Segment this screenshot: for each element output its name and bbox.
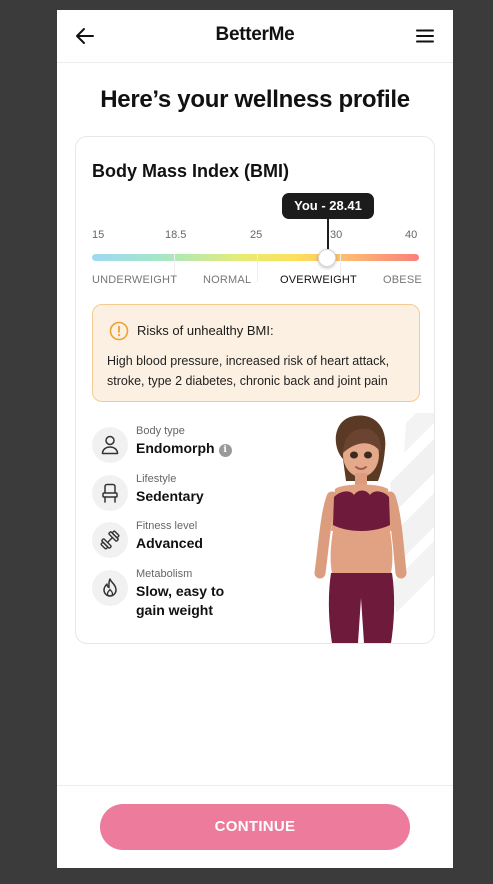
bmi-value-tooltip: You - 28.41 (282, 193, 374, 219)
bmi-marker-knob (318, 249, 336, 267)
stat-label: Lifestyle (136, 473, 177, 485)
app-logo: BetterMe (215, 24, 295, 45)
stat-lifestyle: Lifestyle Sedentary (92, 473, 292, 513)
stat-label: Metabolism (136, 568, 193, 580)
chair-icon (92, 475, 128, 511)
stat-metabolism: Metabolism Slow, easy to gain weight (92, 568, 232, 628)
person-icon (92, 427, 128, 463)
stat-label: Body type (136, 425, 185, 437)
stat-value: Sedentary (136, 488, 204, 504)
warning-icon (109, 321, 129, 341)
scale-tick-15: 15 (92, 229, 105, 241)
stat-body-type: Body type Endomorph i (92, 425, 292, 465)
continue-button[interactable]: CONTINUE (100, 804, 410, 850)
scale-tick-30: 30 (330, 229, 343, 241)
footer-bar: CONTINUE (57, 785, 453, 868)
stat-fitness-level: Fitness level Advanced (92, 520, 292, 560)
scale-divider (257, 254, 258, 282)
top-bar: BetterMe (57, 10, 453, 63)
category-normal: NORMAL (203, 274, 252, 286)
warning-title: Risks of unhealthy BMI: (137, 323, 274, 338)
flame-icon (92, 570, 128, 606)
hamburger-menu-icon[interactable] (413, 24, 437, 48)
dumbbell-icon (92, 522, 128, 558)
scale-tick-40: 40 (405, 229, 418, 241)
stat-value: Advanced (136, 535, 203, 551)
category-underweight: UNDERWEIGHT (92, 274, 178, 286)
stat-label: Fitness level (136, 520, 198, 532)
category-overweight: OVERWEIGHT (280, 274, 357, 286)
avatar-figure (298, 395, 434, 643)
scale-tick-18-5: 18.5 (165, 229, 187, 241)
category-obese: OBESE (383, 274, 422, 286)
bmi-title: Body Mass Index (BMI) (92, 161, 290, 181)
stat-value: Endomorph i (136, 439, 232, 458)
warning-text: High blood pressure, increased risk of h… (107, 354, 390, 388)
stat-value-text: Endomorph (136, 440, 215, 456)
app-screen: BetterMe Here’s your wellness profile Bo… (57, 10, 453, 868)
scale-tick-25: 25 (250, 229, 263, 241)
bmi-risk-warning: Risks of unhealthy BMI: High blood press… (92, 304, 420, 402)
info-icon[interactable]: i (218, 444, 232, 457)
wellness-profile-card: Body Mass Index (BMI) You - 28.41 15 18.… (75, 136, 435, 644)
bmi-scale-bar (92, 254, 419, 261)
page-title: Here’s your wellness profile (100, 86, 410, 113)
stat-value: Slow, easy to gain weight (136, 583, 225, 618)
